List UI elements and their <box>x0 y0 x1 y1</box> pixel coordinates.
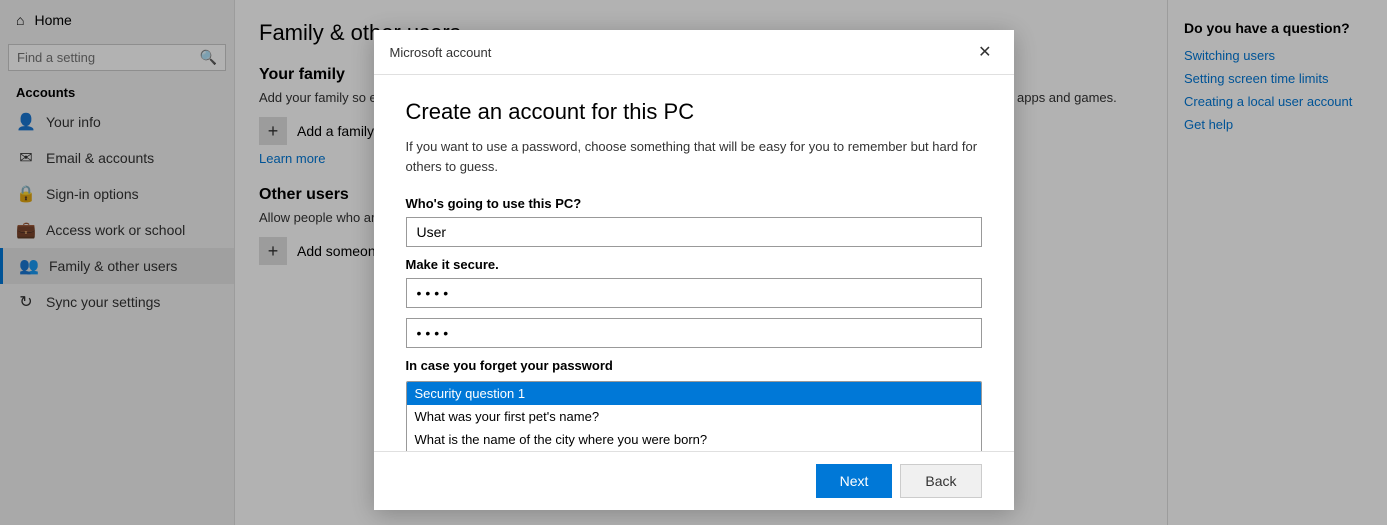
security-option-3[interactable]: What is the name of the city where you w… <box>407 428 981 451</box>
dialog-main-title: Create an account for this PC <box>406 99 982 125</box>
dialog-body: Create an account for this PC If you wan… <box>374 75 1014 451</box>
dialog-close-button[interactable]: ✕ <box>972 40 997 64</box>
dialog-titlebar: Microsoft account ✕ <box>374 30 1014 75</box>
password-input[interactable] <box>406 278 982 308</box>
dialog-footer: Next Back <box>374 451 1014 510</box>
forget-label: In case you forget your password <box>406 358 982 373</box>
password-confirm-input[interactable] <box>406 318 982 348</box>
dialog-subtitle: If you want to use a password, choose so… <box>406 137 982 176</box>
next-button[interactable]: Next <box>816 464 893 498</box>
back-button[interactable]: Back <box>900 464 981 498</box>
dialog-titlebar-text: Microsoft account <box>390 45 492 60</box>
microsoft-account-dialog: Microsoft account ✕ Create an account fo… <box>374 30 1014 510</box>
username-input[interactable] <box>406 217 982 247</box>
security-option-2[interactable]: What was your first pet's name? <box>407 405 981 428</box>
secure-label: Make it secure. <box>406 257 982 272</box>
security-option-1[interactable]: Security question 1 <box>407 382 981 405</box>
username-label: Who's going to use this PC? <box>406 196 982 211</box>
dialog-overlay: Microsoft account ✕ Create an account fo… <box>0 0 1387 525</box>
security-question-dropdown[interactable]: Security question 1 What was your first … <box>406 381 982 451</box>
